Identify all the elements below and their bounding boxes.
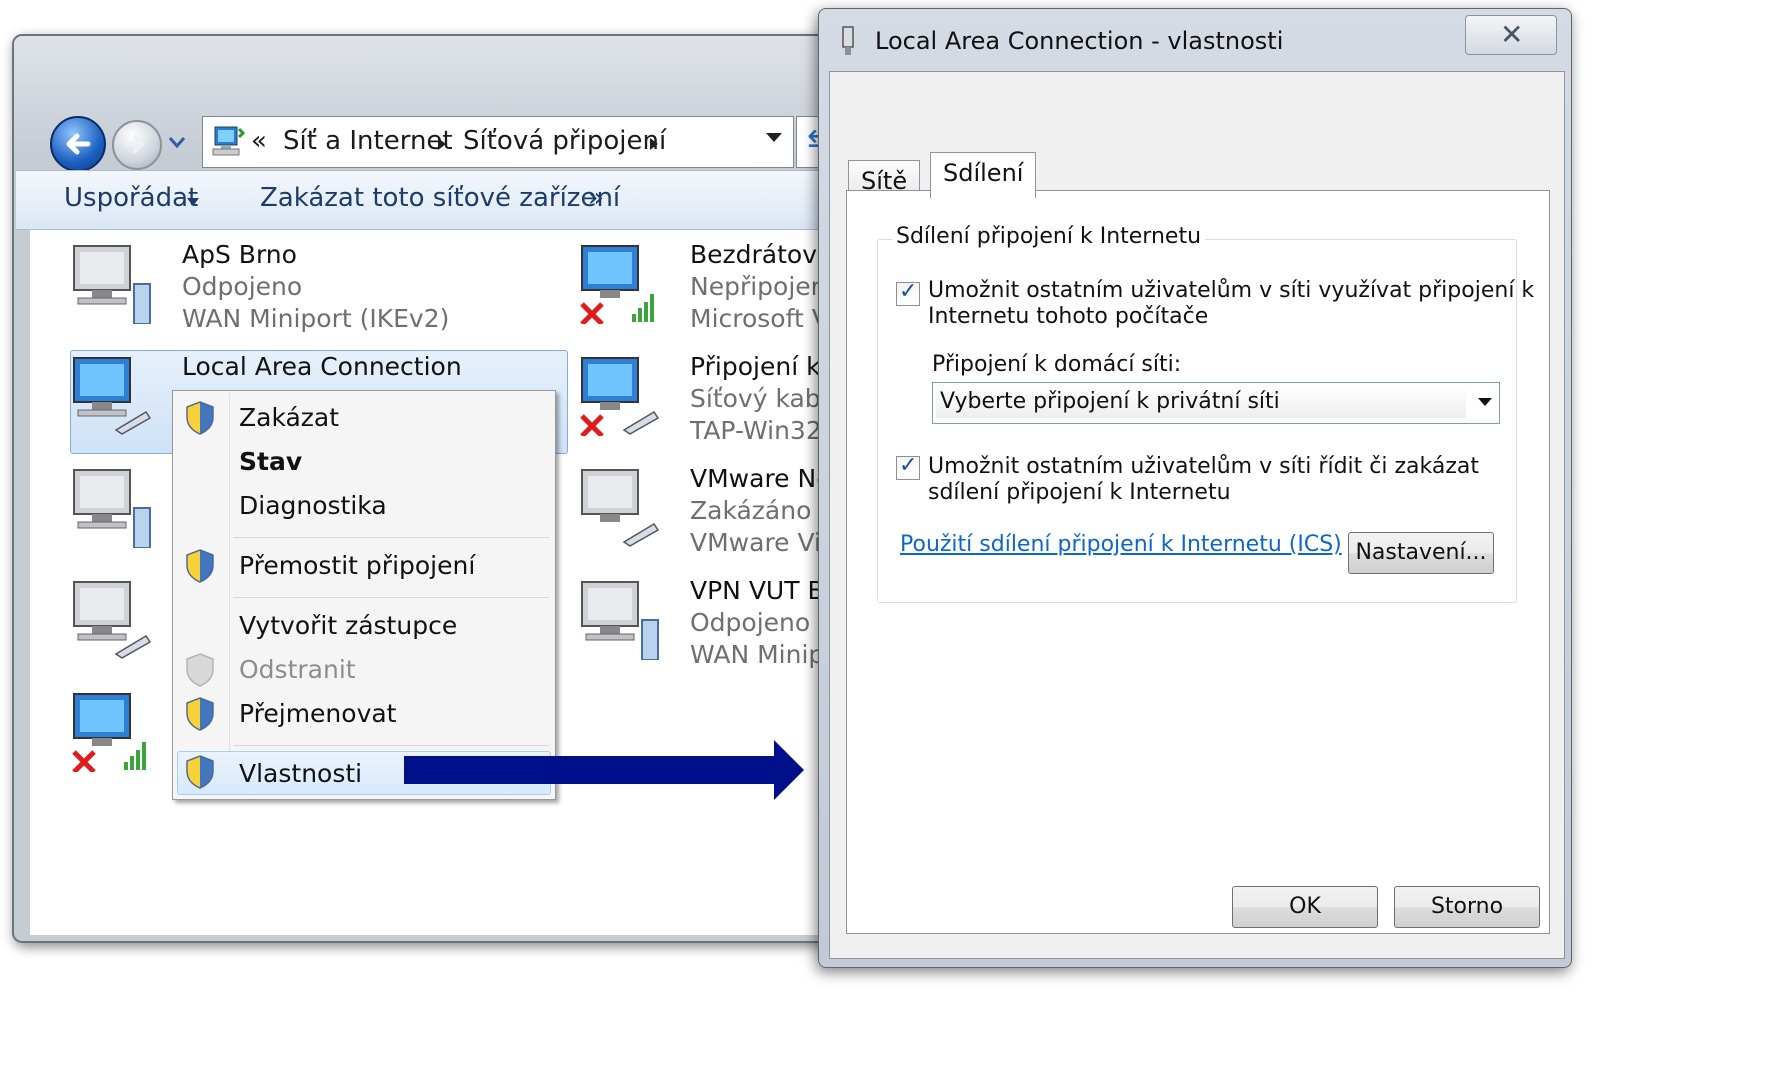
vpn-connection-icon [581,581,659,660]
properties-dialog: Local Area Connection - vlastnosti ✕ Sít… [818,8,1572,968]
allow-control-checkbox[interactable]: ✓ [896,453,920,480]
menu-separator [233,597,549,598]
uac-shield-icon [186,401,214,435]
menu-separator [233,537,549,538]
checkmark-icon: ✓ [899,279,918,304]
settings-button[interactable]: Nastavení... [1348,532,1494,574]
address-prefix[interactable]: « [251,126,267,156]
network-folder-icon [212,126,245,156]
breadcrumb-network-connections[interactable]: Síťová připojení [463,126,666,156]
dialog-title: Local Area Connection - vlastnosti [875,27,1284,55]
menu-item-properties[interactable]: Vlastnosti [239,759,362,788]
uac-shield-icon [186,755,214,789]
more-commands-button[interactable]: » [588,183,604,213]
menu-icon-gutter-divider [229,393,230,795]
connection-status: Zakázáno [690,496,812,525]
group-title: Sdílení připojení k Internetu [892,224,1206,249]
dropdown-arrow-icon [1478,398,1492,406]
network-adapter-icon [842,26,854,55]
connection-name: Local Area Connection [182,352,462,381]
back-arrow-icon [66,133,91,155]
home-network-label: Připojení k domácí síti: [932,352,1182,377]
ok-button[interactable]: OK [1232,886,1378,928]
organize-dropdown-icon[interactable] [186,197,200,207]
uac-shield-icon [186,697,214,731]
allow-control-label-line1: Umožnit ostatním uživatelům v síti řídit… [928,454,1479,479]
forward-button[interactable] [112,120,162,170]
address-bar[interactable]: « Síť a Internet Síťová připojení [202,116,794,168]
recent-pages-dropdown-icon[interactable] [168,136,186,148]
allow-sharing-checkbox[interactable]: ✓ [896,279,920,306]
breadcrumb-chevron-icon[interactable] [437,137,447,151]
wired-connection-icon [73,581,152,659]
breadcrumb-network-internet[interactable]: Síť a Internet [283,126,453,156]
address-dropdown-icon[interactable] [765,131,783,143]
annotation-arrow-icon [404,740,804,800]
wireless-disconnected-icon [580,245,654,324]
organize-button[interactable]: Uspořádat [64,183,198,213]
vpn-connection-icon [73,469,151,548]
command-bar: Uspořádat Zakázat toto síťové zařízení » [16,170,952,230]
allow-sharing-label-line1: Umožnit ostatním uživatelům v síti využí… [928,278,1535,303]
vpn-connection-icon [73,245,151,324]
connection-status: Odpojeno [690,608,811,637]
home-network-value: Vyberte připojení k privátní síti [940,389,1280,414]
disable-device-button[interactable]: Zakázat toto síťové zařízení [260,183,620,213]
menu-item-bridge[interactable]: Přemostit připojení [239,551,475,580]
ics-help-link[interactable]: Použití sdílení připojení k Internetu (I… [900,532,1342,557]
menu-item-delete[interactable]: Odstranit [239,655,356,684]
wired-disconnected-icon [580,357,660,436]
menu-item-diagnose[interactable]: Diagnostika [239,491,387,520]
uac-shield-disabled-icon [186,653,214,687]
close-icon: ✕ [1500,18,1524,51]
tab-label: Sdílení [943,159,1024,187]
select-value-box: Vyberte připojení k privátní síti [936,386,1466,418]
connection-name: ApS Brno [182,240,297,269]
allow-sharing-label-line2: Internetu tohoto počítače [928,304,1209,329]
wired-connection-disabled-icon [581,469,660,547]
menu-item-rename[interactable]: Přejmenovat [239,699,396,728]
connection-status: Odpojeno [182,272,303,301]
menu-item-create-shortcut[interactable]: Vytvořit zástupce [239,611,457,640]
menu-item-disable[interactable]: Zakázat [239,403,339,432]
breadcrumb-chevron-icon[interactable] [649,137,659,151]
wireless-disconnected-icon [72,693,146,772]
connection-device: WAN Miniport (IKEv2) [182,304,450,333]
dialog-body: Sítě Sdílení Sdílení připojení k Interne… [829,71,1565,959]
context-menu: Zakázat Stav Diagnostika Přemostit připo… [172,390,556,800]
menu-item-status[interactable]: Stav [239,447,302,476]
sharing-tab-panel: Sdílení připojení k Internetu ✓ Umožnit … [846,190,1550,934]
tab-sharing[interactable]: Sdílení [930,152,1037,198]
home-network-select[interactable]: Vyberte připojení k privátní síti [932,382,1500,424]
connection-item[interactable]: ApS Brno Odpojeno WAN Miniport (IKEv2) [70,240,550,340]
cancel-button[interactable]: Storno [1394,886,1540,928]
allow-control-label-line2: sdílení připojení k Internetu [928,480,1231,505]
uac-shield-icon [186,549,214,583]
wired-connection-icon [73,357,152,435]
ics-group: Sdílení připojení k Internetu ✓ Umožnit … [877,224,1534,603]
forward-arrow-icon [124,135,145,153]
back-button[interactable] [50,116,106,172]
checkmark-icon: ✓ [899,453,918,478]
navigation-bar: « Síť a Internet Síťová připojení ⇆ [34,108,954,172]
close-button[interactable]: ✕ [1465,15,1557,55]
